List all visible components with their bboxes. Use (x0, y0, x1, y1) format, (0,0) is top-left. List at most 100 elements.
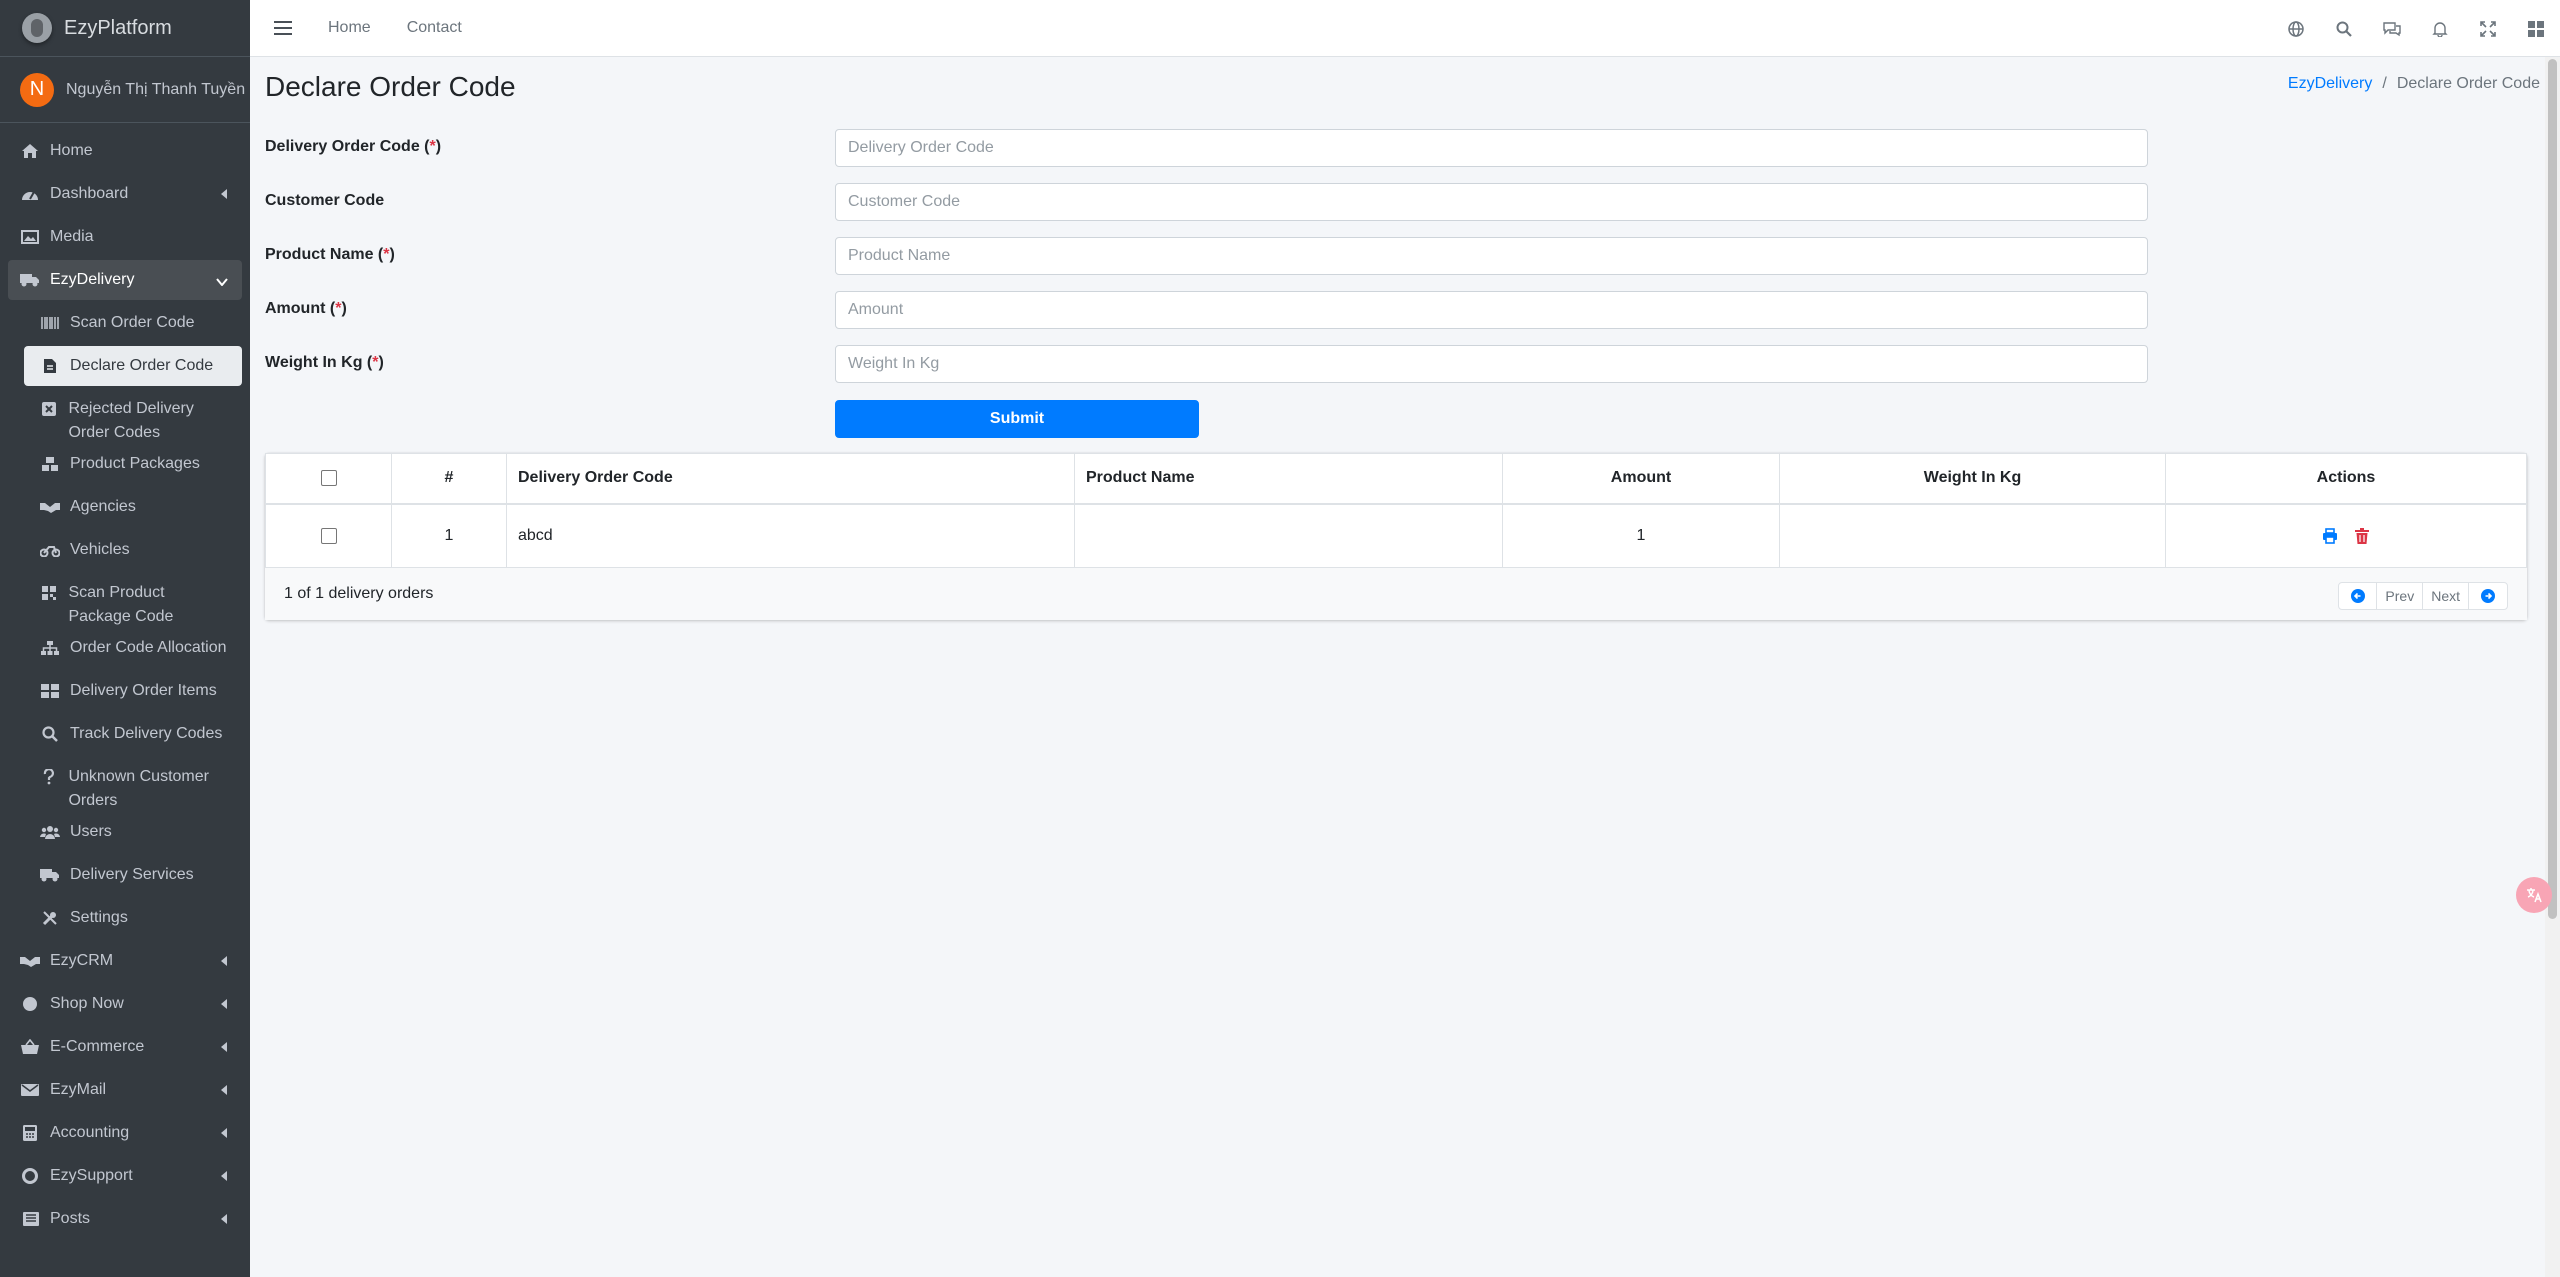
globe-icon[interactable] (2272, 0, 2320, 57)
translate-icon[interactable] (2516, 877, 2552, 913)
search-icon[interactable] (2320, 0, 2368, 57)
sidebar-item-dashboard[interactable]: Dashboard (8, 174, 242, 214)
sidebar-item-label: Scan Order Code (70, 314, 195, 331)
sidebar-item-ezydelivery[interactable]: EzyDelivery (8, 260, 242, 300)
select-all-checkbox[interactable] (320, 470, 337, 487)
brand-name: EzyPlatform (64, 16, 172, 39)
question-icon (40, 768, 58, 786)
home-icon (20, 142, 40, 160)
breadcrumb-link-ezydelivery[interactable]: EzyDelivery (2288, 75, 2372, 92)
sidebar-item-home[interactable]: Home (8, 131, 242, 171)
table-header-row: # Delivery Order Code Product Name Amoun… (265, 453, 2527, 505)
chevron-left-icon (220, 1169, 228, 1187)
sidebar-item-label: Order Code Allocation (70, 639, 227, 656)
bell-icon[interactable] (2416, 0, 2464, 57)
brand[interactable]: EzyPlatform (0, 0, 250, 57)
newspaper-icon (20, 1210, 40, 1228)
breadcrumb-current: Declare Order Code (2396, 75, 2540, 92)
customer-code-input[interactable] (835, 183, 2148, 221)
apps-icon[interactable] (2512, 0, 2560, 57)
nav-link-home[interactable]: Home (328, 19, 371, 37)
avatar: N (20, 72, 54, 107)
amount-input[interactable] (835, 291, 2148, 329)
row-checkbox[interactable] (320, 527, 337, 544)
handshake-icon (20, 952, 40, 970)
brand-logo-icon (22, 13, 52, 43)
sidebar-item-scan-order-code[interactable]: Scan Order Code (24, 303, 242, 343)
sidebar-item-ezysupport[interactable]: EzySupport (8, 1156, 242, 1196)
label-delivery-order-code: Delivery Order Code (*) (265, 138, 442, 155)
prev-button[interactable]: Prev (2377, 583, 2424, 609)
sidebar-item-settings[interactable]: Settings (24, 898, 242, 938)
trash-icon[interactable] (2353, 527, 2371, 545)
sidebar-item-ezymail[interactable]: EzyMail (8, 1070, 242, 1110)
select-all-header (265, 453, 392, 505)
sidebar-item-vehicles[interactable]: Vehicles (24, 530, 242, 570)
sitemap-icon (40, 639, 60, 657)
next-button[interactable]: Next (2423, 583, 2469, 609)
sidebar-item-scan-product-package-code[interactable]: Scan Product Package Code (24, 573, 242, 625)
form-row-amount: Amount (*) (265, 291, 2165, 329)
sidebar-item-declare-order-code[interactable]: Declare Order Code (24, 346, 242, 386)
sidebar-item-shop-now[interactable]: Shop Now (8, 984, 242, 1024)
chevron-left-icon (220, 1126, 228, 1144)
label-weight-in-kg: Weight In Kg (*) (265, 354, 384, 371)
sidebar-item-delivery-order-items[interactable]: Delivery Order Items (24, 671, 242, 711)
user-panel[interactable]: N Nguyễn Thị Thanh Tuyền (0, 57, 250, 123)
weight-in-kg-input[interactable] (835, 345, 2148, 383)
sidebar-item-label: Scan Product Package Code (68, 584, 174, 625)
chevron-left-icon (220, 1212, 228, 1230)
ezydelivery-submenu: Scan Order Code Declare Order Code Rejec… (8, 303, 242, 938)
sidebar-item-label: EzyMail (50, 1081, 107, 1098)
sidebar-item-agencies[interactable]: Agencies (24, 487, 242, 527)
delivery-order-code-input[interactable] (835, 129, 2148, 167)
sidebar-item-product-packages[interactable]: Product Packages (24, 444, 242, 484)
sidebar-item-unknown-customer-orders[interactable]: Unknown Customer Orders (24, 757, 242, 809)
sidebar-item-label: Delivery Services (70, 866, 194, 883)
sidebar-item-label: Accounting (50, 1124, 130, 1141)
sidebar-item-delivery-services[interactable]: Delivery Services (24, 855, 242, 895)
sidebar-item-order-code-allocation[interactable]: Order Code Allocation (24, 628, 242, 668)
product-name-input[interactable] (835, 237, 2148, 275)
form-row-delivery-order-code: Delivery Order Code (*) (265, 129, 2165, 167)
sidebar-item-accounting[interactable]: Accounting (8, 1113, 242, 1153)
label-product-name: Product Name (*) (265, 246, 395, 263)
delivery-orders-card: # Delivery Order Code Product Name Amoun… (265, 453, 2527, 620)
arrow-circle-right-icon[interactable] (2469, 583, 2507, 609)
table-footer: 1 of 1 delivery orders Prev Next (265, 567, 2527, 620)
sidebar-item-label: Users (70, 823, 112, 840)
page-title: Declare Order Code (265, 71, 516, 102)
page-scrollbar[interactable] (2545, 57, 2560, 1277)
sidebar-item-label: EzySupport (50, 1167, 133, 1184)
cell-amount: 1 (1502, 503, 1780, 568)
hamburger-menu-icon[interactable] (274, 21, 292, 35)
delivery-orders-table: # Delivery Order Code Product Name Amoun… (265, 453, 2527, 568)
chevron-left-icon (220, 1083, 228, 1101)
cubes-icon (40, 455, 60, 473)
sidebar-item-posts[interactable]: Posts (8, 1199, 242, 1239)
barcode-icon (40, 314, 60, 332)
header-product-name: Product Name (1074, 453, 1503, 505)
scrollbar-thumb[interactable] (2548, 59, 2557, 919)
submit-button[interactable]: Submit (835, 400, 1199, 438)
sidebar-item-track-delivery-codes[interactable]: Track Delivery Codes (24, 714, 242, 754)
comments-icon[interactable] (2368, 0, 2416, 57)
handshake-icon (40, 498, 60, 516)
header-weight-in-kg: Weight In Kg (1779, 453, 2166, 505)
sidebar-item-label: Posts (50, 1210, 91, 1227)
sidebar-item-users[interactable]: Users (24, 812, 242, 852)
arrow-circle-left-icon[interactable] (2339, 583, 2378, 609)
nav-link-contact[interactable]: Contact (407, 19, 462, 37)
breadcrumb: EzyDelivery / Declare Order Code (2288, 75, 2540, 93)
expand-icon[interactable] (2464, 0, 2512, 57)
x-square-icon (40, 400, 58, 418)
sidebar-item-rejected-delivery-order-codes[interactable]: Rejected Delivery Order Codes (24, 389, 242, 441)
sidebar-item-media[interactable]: Media (8, 217, 242, 257)
qrcode-icon (40, 584, 58, 602)
form-row-customer-code: Customer Code (265, 183, 2165, 221)
sidebar-item-e-commerce[interactable]: E-Commerce (8, 1027, 242, 1067)
sidebar-item-ezycrm[interactable]: EzyCRM (8, 941, 242, 981)
top-navbar: Home Contact (250, 0, 2560, 57)
print-icon[interactable] (2321, 527, 2339, 545)
records-count: 1 of 1 delivery orders (284, 585, 434, 602)
